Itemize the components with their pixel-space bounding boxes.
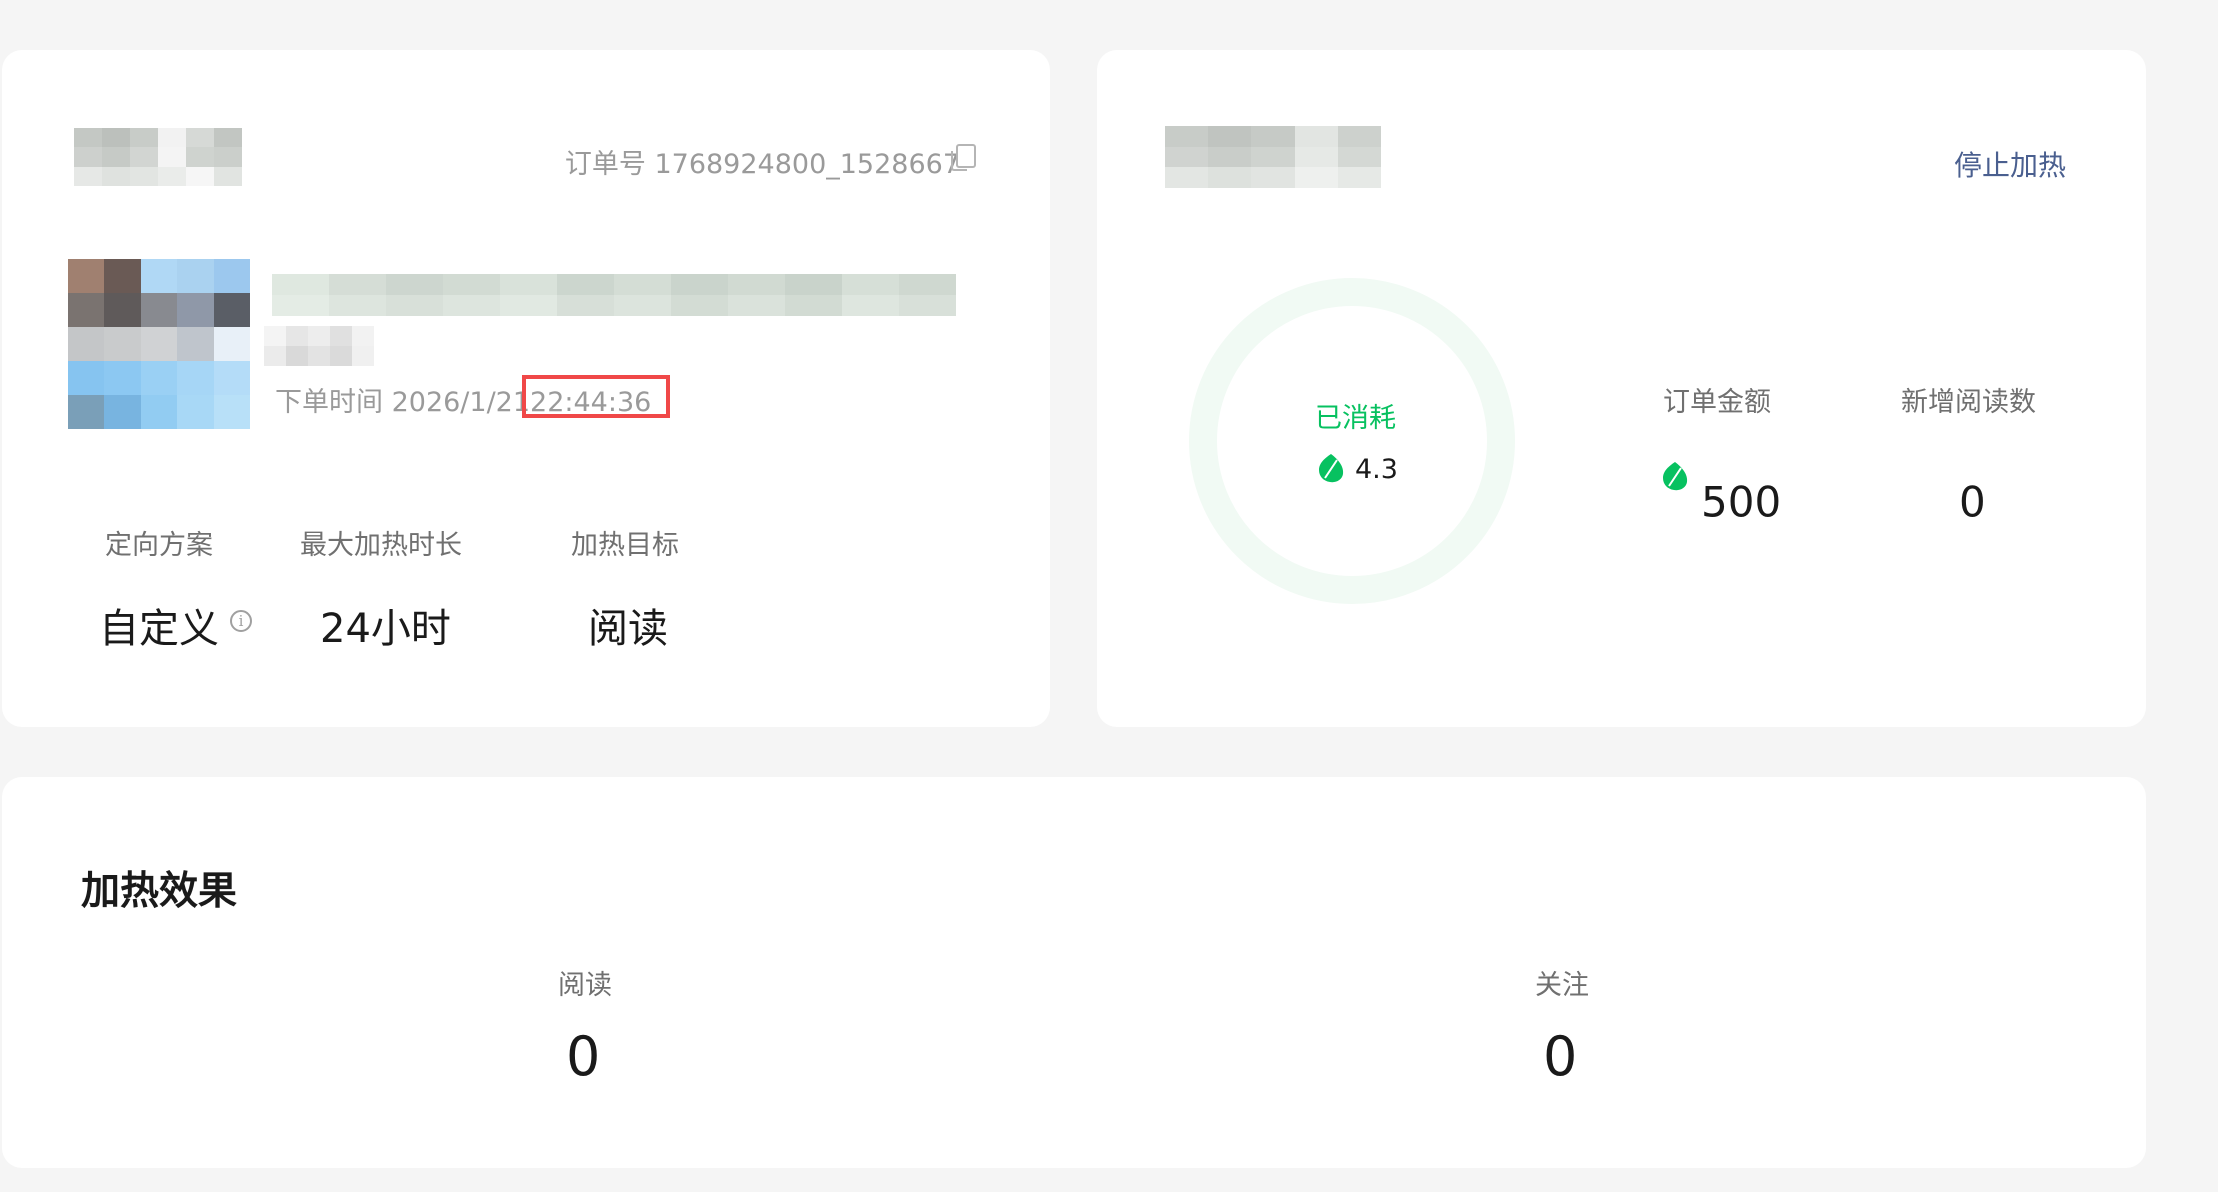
order-time-label: 下单时间 [275,387,383,418]
account-name-blurred [74,128,242,186]
field-value-targeting: 自定义 [99,606,219,652]
new-reads-value: 0 [1959,477,1986,527]
order-number: 订单号 1768924800_1528667 [565,142,960,181]
consumed-label: 已消耗 [1315,403,1396,434]
field-label-goal: 加热目标 [571,530,679,561]
order-card: 订单号 1768924800_1528667 下单时间 2026/1/2122:… [2,50,1050,727]
order-amount-label: 订单金额 [1663,387,1771,418]
new-reads-label: 新增阅读数 [1901,387,2036,418]
order-number-value: 1768924800_1528667 [654,149,960,180]
consumed-value: 4.3 [1355,454,1398,485]
metric-value-follows: 0 [1543,1025,1578,1088]
leaf-coin-icon [1319,454,1344,483]
promoter-name-blurred [1165,126,1381,188]
field-label-targeting: 定向方案 [105,530,213,561]
field-label-max-duration: 最大加热时长 [300,530,462,561]
copy-icon[interactable] [951,144,976,171]
article-thumbnail-blurred [68,259,250,429]
article-subtitle-blurred [264,326,374,366]
order-time-date: 2026/1/21 [391,387,531,418]
stop-heating-link[interactable]: 停止加热 [1954,144,2066,184]
field-value-max-duration: 24小时 [320,606,451,652]
effect-card: 加热效果 阅读 0 关注 0 [2,777,2146,1168]
leaf-coin-icon [1663,462,1688,491]
effect-title: 加热效果 [81,869,238,914]
order-amount-value: 500 [1701,477,1782,527]
stats-card: 停止加热 已消耗 4.3 订单金额 500 新增阅读数 0 [1097,50,2146,727]
info-icon[interactable]: i [230,610,252,632]
highlight-annotation [522,375,670,418]
article-title-blurred [272,274,956,316]
metric-label-reads: 阅读 [558,970,612,1001]
metric-label-follows: 关注 [1535,970,1589,1001]
order-number-label: 订单号 [564,149,646,180]
consumption-ring [1189,278,1515,604]
metric-value-reads: 0 [566,1025,601,1088]
field-value-goal: 阅读 [588,606,668,652]
